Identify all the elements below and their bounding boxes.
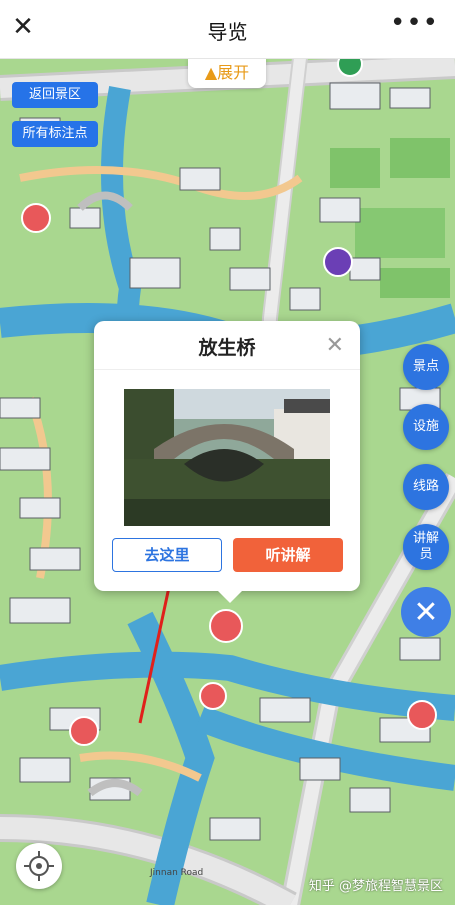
back-to-scenic-button[interactable]: 返回景区 [12,82,98,108]
bridge-photo [124,389,330,526]
spots-button[interactable]: 景点 [403,344,449,390]
more-icon[interactable]: ••• [390,8,439,38]
page-title: 导览 [207,20,248,44]
routes-button[interactable]: 线路 [403,464,449,510]
top-bar: ✕ 导览 ••• [0,0,455,59]
go-here-button[interactable]: 去这里 [112,538,222,572]
caret-up-icon: ▲ [204,63,218,82]
crosshair-icon [24,851,54,881]
divider [94,369,360,370]
facilities-button[interactable]: 设施 [403,404,449,450]
road-label: Jinnan Road [150,868,204,878]
popup-close-icon[interactable]: ✕ [326,333,344,358]
watermark: 知乎 @梦旅程智慧景区 [308,879,443,894]
close-panel-icon[interactable]: ✕ [401,587,451,637]
expand-label: 展开 [217,63,250,82]
spot-photo [124,389,330,526]
popup-title: 放生桥 [198,337,256,359]
all-markers-button[interactable]: 所有标注点 [12,121,98,147]
listen-guide-button[interactable]: 听讲解 [233,538,343,572]
expand-button[interactable]: ▲展开 [188,58,266,88]
guide-button[interactable]: 讲解员 [403,524,449,570]
locate-button[interactable] [16,843,62,889]
spot-popup: 放生桥 ✕ 去这里 听讲解 [94,321,360,603]
